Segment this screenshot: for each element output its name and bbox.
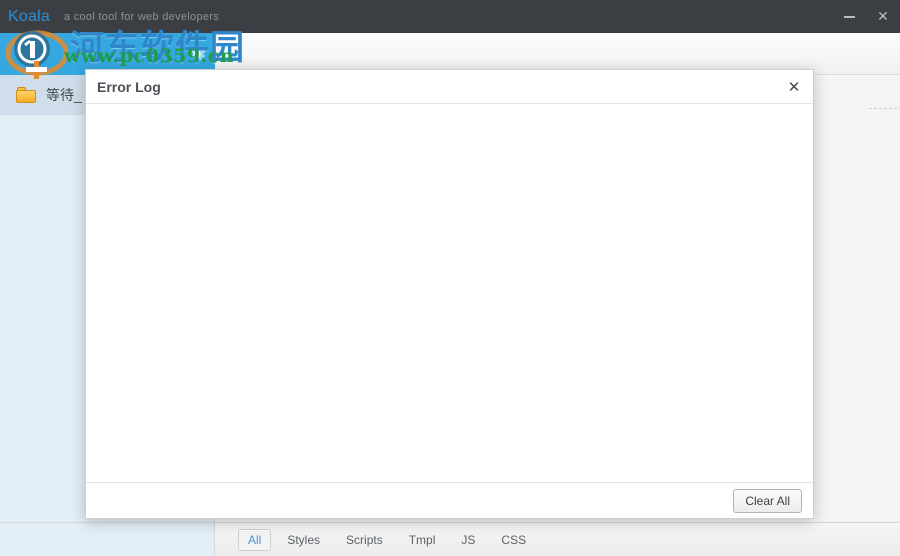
filter-tab-css[interactable]: CSS — [491, 529, 536, 551]
filter-tab-tmpl[interactable]: Tmpl — [399, 529, 446, 551]
koala-app-window: Koala a cool tool for web developers ✕ 等… — [0, 0, 900, 556]
window-controls: ✕ — [832, 0, 900, 33]
gear-icon[interactable] — [185, 42, 209, 66]
file-type-filter-group: All Styles Scripts Tmpl JS CSS — [238, 523, 536, 556]
app-brand-name: Koala — [8, 7, 50, 25]
minimize-icon — [843, 15, 855, 18]
dashed-divider — [869, 108, 900, 109]
filter-tab-styles[interactable]: Styles — [277, 529, 330, 551]
minimize-button[interactable] — [832, 0, 866, 33]
dialog-title: Error Log — [97, 78, 161, 95]
dialog-header: Error Log ✕ — [86, 70, 813, 104]
error-log-dialog: Error Log ✕ Clear All — [85, 69, 814, 519]
app-tagline: a cool tool for web developers — [63, 10, 220, 23]
close-icon[interactable]: ✕ — [785, 78, 803, 96]
folder-icon — [16, 87, 36, 103]
sidebar-item-label: 等待_ — [46, 87, 82, 103]
filter-tab-js[interactable]: JS — [451, 529, 485, 551]
clear-all-button[interactable]: Clear All — [733, 488, 802, 513]
filter-tab-scripts[interactable]: Scripts — [336, 529, 393, 551]
bottom-status-bar: All Styles Scripts Tmpl JS CSS — [0, 522, 900, 556]
close-button[interactable]: ✕ — [866, 0, 900, 33]
error-log-list[interactable] — [86, 104, 813, 482]
title-bar: Koala a cool tool for web developers ✕ — [0, 0, 900, 33]
dialog-footer: Clear All — [86, 482, 813, 518]
filter-tab-all[interactable]: All — [238, 528, 272, 551]
bottom-bar-sidebar-section — [0, 523, 215, 556]
